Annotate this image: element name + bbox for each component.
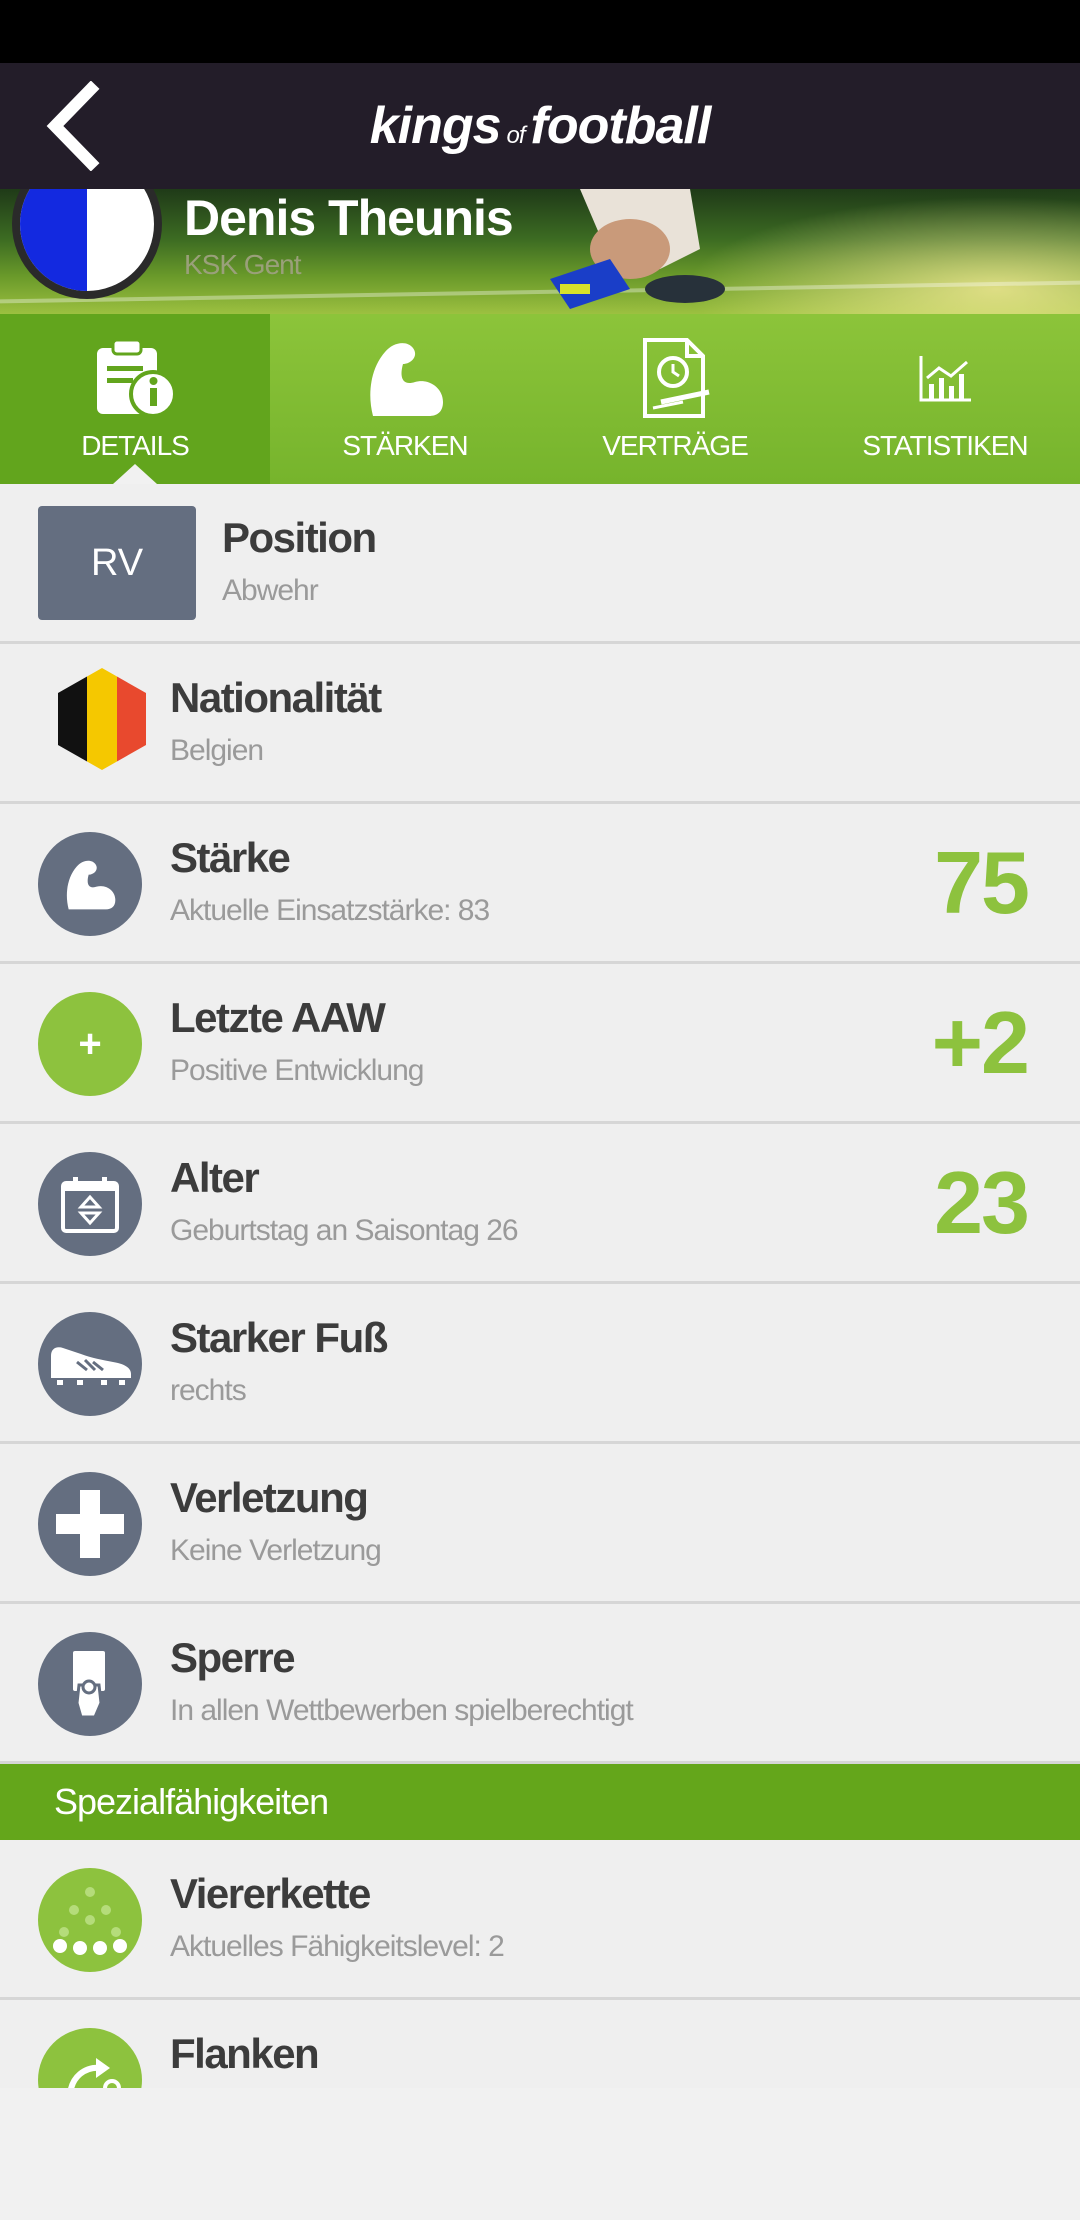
plus-icon: + <box>38 992 142 1096</box>
last-aaw-sub: Positive Entwicklung <box>170 1054 424 1087</box>
injury-icon-circle <box>38 1472 142 1576</box>
logo-text-right: football <box>530 97 712 155</box>
foot-icon-circle <box>38 1312 142 1416</box>
suspension-icon-circle <box>38 1632 142 1736</box>
player-hero-banner: Denis Theunis KSK Gent <box>0 189 1080 314</box>
age-title: Alter <box>170 1154 260 1201</box>
belgium-flag-icon <box>58 668 146 770</box>
strength-row[interactable]: Stärke Aktuelle Einsatzstärke: 83 75 <box>0 804 1080 964</box>
age-icon-circle <box>38 1152 142 1256</box>
tab-vertraege-label: VERTRÄGE <box>602 430 749 461</box>
age-sub: Geburtstag an Saisontag 26 <box>170 1214 519 1247</box>
last-aaw-title: Letzte AAW <box>170 994 386 1041</box>
red-card-hand-icon <box>73 1651 105 1719</box>
tab-bar: DETAILS STÄRKEN VERTRÄGE STATISTIKEN <box>0 314 1080 484</box>
special-ability-title: Viererkette <box>170 1870 371 1917</box>
nationality-title: Nationalität <box>170 674 382 721</box>
crossing-icon-circle <box>38 2028 142 2088</box>
tab-vertraege[interactable]: VERTRÄGE <box>540 314 810 484</box>
logo-text-of: of <box>506 122 526 149</box>
nationality-row[interactable]: Nationalität Belgien <box>0 644 1080 804</box>
age-value: 23 <box>934 1153 1030 1252</box>
position-title: Position <box>222 514 377 561</box>
nationality-sub: Belgien <box>170 734 264 767</box>
special-ability-sub: Aktuelles Fähigkeitslevel: 2 <box>170 1930 505 1963</box>
special-ability-title: Flanken <box>170 2030 320 2077</box>
calendar-icon <box>61 1177 119 1233</box>
tab-details-label: DETAILS <box>81 430 190 461</box>
special-abilities-header: Spezialfähigkeiten <box>0 1764 1080 1840</box>
position-row[interactable]: RV Position Abwehr <box>0 484 1080 644</box>
strength-sub: Aktuelle Einsatzstärke: 83 <box>170 894 490 927</box>
strong-foot-row[interactable]: Starker Fuß rechts <box>0 1284 1080 1444</box>
chevron-left-icon <box>46 81 100 171</box>
special-ability-row[interactable]: Flanken <box>0 2000 1080 2088</box>
injury-sub: Keine Verletzung <box>170 1534 382 1567</box>
last-aaw-row[interactable]: + Letzte AAW Positive Entwicklung +2 <box>0 964 1080 1124</box>
flexed-arm-icon <box>66 860 116 910</box>
suspension-title: Sperre <box>170 1634 296 1681</box>
age-row[interactable]: Alter Geburtstag an Saisontag 26 23 <box>0 1124 1080 1284</box>
position-sub: Abwehr <box>222 574 319 607</box>
injury-title: Verletzung <box>170 1474 369 1521</box>
last-aaw-value: +2 <box>931 993 1030 1092</box>
details-list: RV Position Abwehr Nationalität Belgien … <box>0 484 1080 2088</box>
formation-dots-icon <box>53 1887 127 1955</box>
chart-icon <box>919 356 971 402</box>
football-boot-icon <box>51 1347 131 1385</box>
clipboard-info-icon <box>97 338 177 418</box>
empty-bottom-area <box>0 2093 1080 2220</box>
special-ability-row[interactable]: Viererkette Aktuelles Fähigkeitslevel: 2 <box>0 1840 1080 2000</box>
position-badge: RV <box>38 506 196 620</box>
formation-icon-circle <box>38 1868 142 1972</box>
strong-foot-title: Starker Fuß <box>170 1314 388 1361</box>
strong-foot-sub: rechts <box>170 1374 247 1407</box>
strength-title: Stärke <box>170 834 291 881</box>
flexed-arm-icon <box>370 343 443 416</box>
strength-icon-circle <box>38 832 142 936</box>
medical-cross-icon <box>56 1490 124 1558</box>
player-club: KSK Gent <box>184 249 302 280</box>
suspension-row[interactable]: Sperre In allen Wettbewerben spielberech… <box>0 1604 1080 1764</box>
strength-value: 75 <box>934 833 1030 932</box>
tab-statistiken-label: STATISTIKEN <box>862 430 1028 461</box>
app-header: kings of football <box>0 63 1080 189</box>
cross-arrow-icon <box>68 2058 121 2088</box>
logo-text-left: kings <box>369 97 502 155</box>
player-photo <box>550 189 725 309</box>
plus-icon-text: + <box>78 1021 102 1066</box>
active-tab-pointer <box>113 464 157 484</box>
app-logo: kings of football <box>369 96 712 156</box>
player-name: Denis Theunis <box>184 190 514 246</box>
club-crest <box>12 189 162 299</box>
back-button[interactable] <box>28 81 118 171</box>
tab-staerken[interactable]: STÄRKEN <box>270 314 540 484</box>
injury-row[interactable]: Verletzung Keine Verletzung <box>0 1444 1080 1604</box>
suspension-sub: In allen Wettbewerben spielberechtigt <box>170 1694 634 1727</box>
tab-statistiken[interactable]: STATISTIKEN <box>810 314 1080 484</box>
contract-icon <box>643 338 710 418</box>
tab-details[interactable]: DETAILS <box>0 314 270 484</box>
tab-staerken-label: STÄRKEN <box>342 430 468 461</box>
status-bar <box>0 0 1080 63</box>
